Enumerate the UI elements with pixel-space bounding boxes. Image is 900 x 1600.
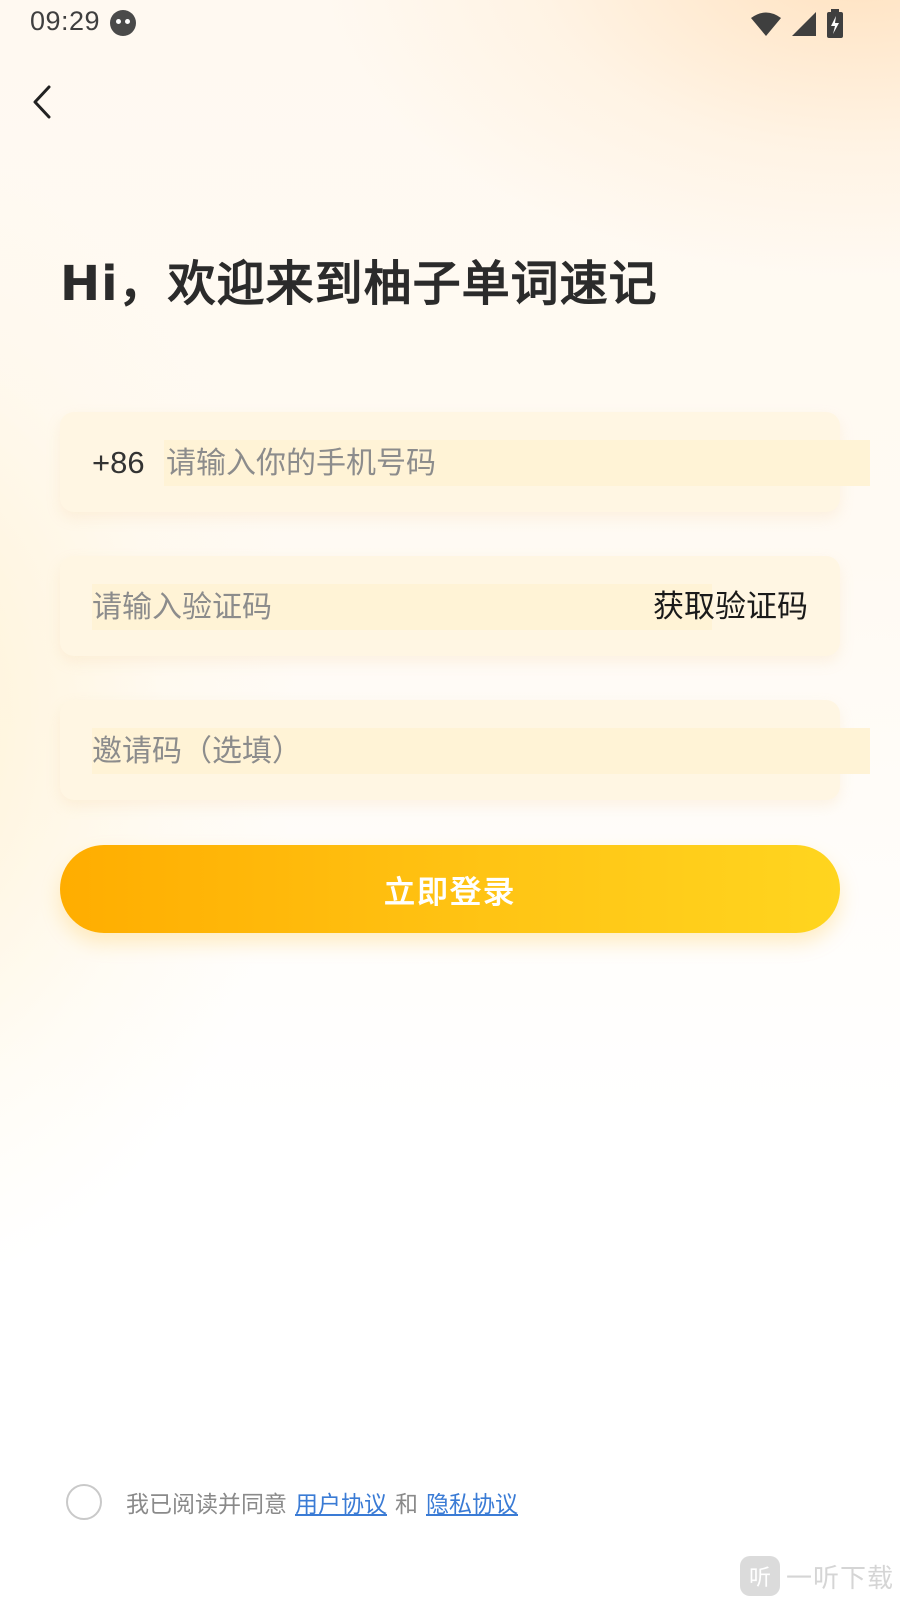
invite-code-field: [60, 700, 870, 800]
invite-code-input[interactable]: [92, 728, 870, 774]
user-agreement-link[interactable]: 用户协议: [295, 1485, 387, 1519]
phone-input[interactable]: [164, 440, 870, 486]
login-button[interactable]: 立即登录: [60, 845, 840, 933]
agreement-prefix-text: 我已阅读并同意: [126, 1492, 287, 1518]
agreement-conjunction-text: 和: [395, 1492, 418, 1518]
status-icons: [750, 8, 844, 40]
get-code-button[interactable]: 获取验证码: [653, 584, 808, 630]
verification-code-input[interactable]: [92, 584, 712, 630]
phone-field: +86: [60, 412, 870, 512]
cell-signal-icon: [792, 12, 816, 36]
privacy-agreement-link[interactable]: 隐私协议: [426, 1485, 518, 1519]
status-time: 09:29: [30, 6, 101, 36]
watermark: 听 一听下载: [739, 1556, 894, 1596]
country-code-prefix: +86: [92, 445, 145, 480]
chevron-left-icon: [33, 85, 51, 119]
agreement-checkbox[interactable]: [66, 1484, 102, 1520]
battery-charging-icon: [827, 9, 843, 38]
login-screen: 09:29 Hi，欢迎来到柚子单词速记 +86 获取验: [0, 0, 900, 1600]
status-bar: 09:29: [0, 0, 900, 48]
wifi-icon: [751, 12, 781, 36]
notification-face-icon: [110, 10, 136, 36]
watermark-text: 一听下载: [785, 1563, 894, 1594]
back-button[interactable]: [22, 80, 62, 124]
watermark-logo-icon: 听: [739, 1556, 780, 1596]
verification-code-field: 获取验证码: [60, 556, 840, 656]
agreement-row: 我已阅读并同意 用户协议 和 隐私协议: [66, 1482, 526, 1522]
page-title: Hi，欢迎来到柚子单词速记: [60, 256, 658, 312]
